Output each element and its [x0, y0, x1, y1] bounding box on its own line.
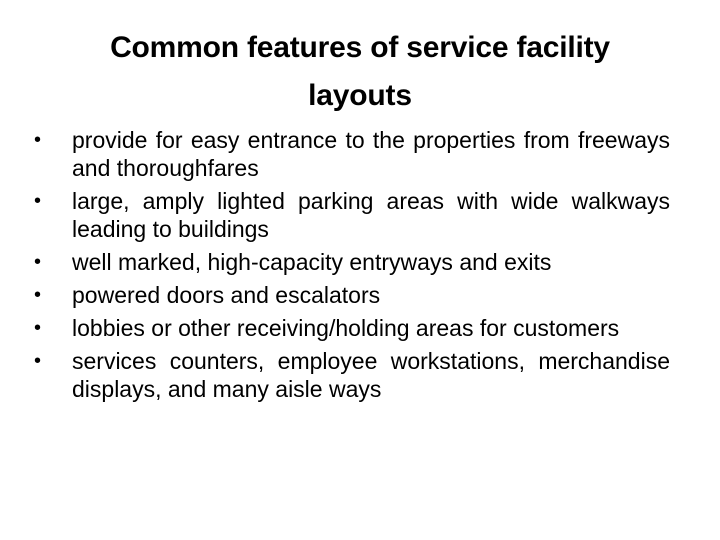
bullet-dot-icon: • [34, 251, 42, 273]
bullet-text: well marked, high-capacity entryways and… [72, 249, 552, 275]
slide: Common features of service facility layo… [0, 0, 720, 540]
bullet-text: large, amply lighted parking areas with … [72, 188, 670, 242]
bullet-item: • powered doors and escalators [30, 281, 670, 309]
bullet-dot-icon: • [34, 129, 42, 151]
bullet-list: • provide for easy entrance to the prope… [30, 126, 670, 408]
bullet-dot-icon: • [34, 284, 42, 306]
bullet-item: • large, amply lighted parking areas wit… [30, 187, 670, 243]
bullet-item: • provide for easy entrance to the prope… [30, 126, 670, 182]
bullet-text: powered doors and escalators [72, 282, 381, 308]
slide-title: Common features of service facility layo… [110, 31, 610, 112]
bullet-text: provide for easy entrance to the propert… [72, 127, 670, 181]
bullet-text: lobbies or other receiving/holding areas… [72, 315, 620, 341]
bullet-item: • lobbies or other receiving/holding are… [30, 314, 670, 342]
bullet-dot-icon: • [34, 190, 42, 212]
bullet-item: • services counters, employee workstatio… [30, 347, 670, 403]
bullet-text: services counters, employee workstations… [72, 348, 670, 402]
bullet-dot-icon: • [34, 317, 42, 339]
bullet-dot-icon: • [34, 350, 42, 372]
bullet-item: • well marked, high-capacity entryways a… [30, 248, 670, 276]
